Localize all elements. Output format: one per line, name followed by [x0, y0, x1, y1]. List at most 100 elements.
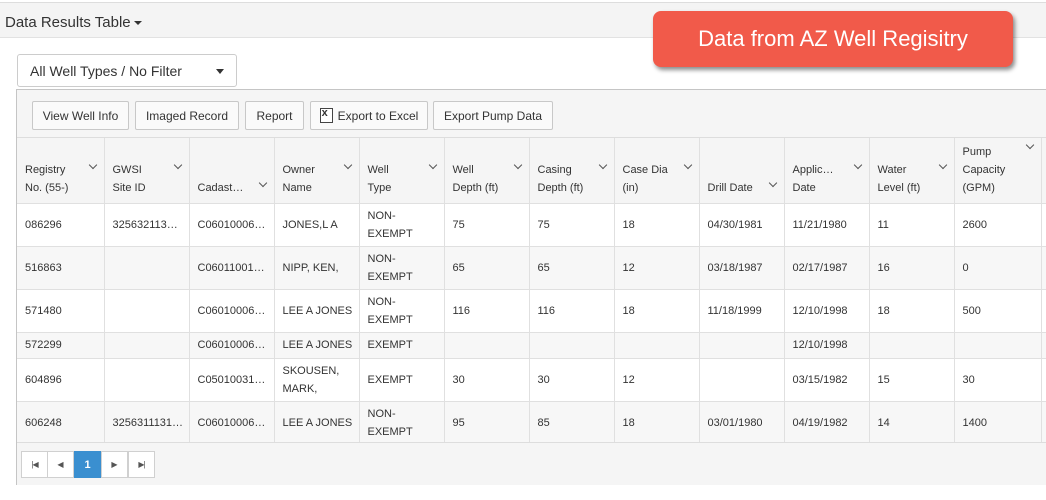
annotation-callout: Data from AZ Well Regisitry: [653, 11, 1013, 67]
column-header-label: Pump Capacity (GPM): [962, 145, 1006, 194]
column-header[interactable]: Well Depth (ft): [444, 138, 530, 204]
table-cell: NIPP, KEN,: [274, 246, 360, 290]
table-cell: 16: [869, 246, 955, 290]
table-cell: [104, 289, 190, 333]
table-cell: 03/18/1987: [699, 246, 785, 290]
table-row[interactable]: 086296 325632113… C06010006… JONES,L A NON- …: [17, 203, 1046, 247]
row-filler: [1041, 332, 1046, 359]
table-cell: 325632113…: [104, 203, 190, 247]
table-row[interactable]: 606248 3256311131… C06010006… LEE A JONES NO…: [17, 401, 1046, 445]
first-page-icon[interactable]: [21, 451, 48, 478]
header-filler: [1041, 138, 1046, 204]
table-cell: 086296: [17, 203, 105, 247]
table-cell: 18: [614, 203, 700, 247]
column-header[interactable]: GWSI Site ID: [104, 138, 190, 204]
table-cell: 11/18/1999: [699, 289, 785, 333]
table-cell: C06010006…: [189, 332, 275, 359]
table-cell: C05010031…: [189, 358, 275, 402]
table-cell: [954, 332, 1042, 359]
column-header[interactable]: Pump Capacity (GPM): [954, 138, 1042, 204]
row-filler: [1041, 401, 1046, 445]
table-cell: EXEMPT: [359, 332, 445, 359]
view-well-info-label: View Well Info: [42, 108, 119, 123]
table-cell: 12/10/1998: [784, 332, 870, 359]
column-header[interactable]: Cadast…: [189, 138, 275, 204]
table-cell: NON- EXEMPT: [359, 246, 445, 290]
table-cell: LEE A JONES: [274, 332, 360, 359]
column-header[interactable]: Case Dia (in): [614, 138, 700, 204]
table-cell: 12: [614, 246, 700, 290]
table-cell: 65: [529, 246, 615, 290]
table-cell: 0: [954, 246, 1042, 290]
table-cell: 11: [869, 203, 955, 247]
imaged-record-label: Imaged Record: [145, 108, 229, 123]
next-page-icon[interactable]: [101, 451, 128, 478]
last-page-icon[interactable]: [128, 451, 155, 478]
table-cell: 516863: [17, 246, 105, 290]
table-cell: 1400: [954, 401, 1042, 445]
export-excel-label: Export to Excel: [337, 108, 419, 123]
table-cell: 15: [869, 358, 955, 402]
table-cell: 02/17/1987: [784, 246, 870, 290]
grid-toolbar: View Well Info Imaged Record Report Expo…: [17, 90, 1046, 138]
table-cell: NON- EXEMPT: [359, 289, 445, 333]
table-cell: C06010006…: [189, 289, 275, 333]
table-cell: 18: [869, 289, 955, 333]
table-cell: 30: [954, 358, 1042, 402]
column-header[interactable]: Casing Depth (ft): [529, 138, 615, 204]
caret-down-icon: [133, 21, 142, 26]
table-cell: EXEMPT: [359, 358, 445, 402]
table-cell: 03/15/1982: [784, 358, 870, 402]
table-header-row: Registry No. (55-) GWSI Site ID Cadast… Own…: [17, 138, 1046, 204]
table-cell: [104, 246, 190, 290]
report-label: Report: [256, 108, 293, 123]
table-cell: 3256311131…: [104, 401, 190, 445]
table-cell: [529, 332, 615, 359]
column-header[interactable]: Well Type: [359, 138, 445, 204]
export-pump-data-label: Export Pump Data: [443, 108, 543, 123]
table-cell: 85: [529, 401, 615, 445]
prev-page-icon[interactable]: [47, 451, 74, 478]
well-type-filter-select[interactable]: All Well Types / No Filter: [17, 54, 237, 87]
row-filler: [1041, 358, 1046, 402]
view-well-info-button[interactable]: View Well Info: [32, 101, 129, 130]
table-cell: C06010006…: [189, 401, 275, 445]
table-cell: 03/01/1980: [699, 401, 785, 445]
pager: 1: [17, 442, 1046, 485]
imaged-record-button[interactable]: Imaged Record: [135, 101, 239, 130]
column-header[interactable]: Water Level (ft): [869, 138, 955, 204]
table-cell: [104, 332, 190, 359]
column-header[interactable]: Owner Name: [274, 138, 360, 204]
table-cell: NON- EXEMPT: [359, 203, 445, 247]
panel-title-dropdown[interactable]: Data Results Table: [5, 14, 142, 31]
table-cell: 604896: [17, 358, 105, 402]
table-row[interactable]: 572299 C06010006… LEE A JONES EXEMPT 12/10/1…: [17, 332, 1046, 359]
row-filler: [1041, 203, 1046, 247]
table-cell: 571480: [17, 289, 105, 333]
column-header[interactable]: Drill Date: [699, 138, 785, 204]
table-cell: 18: [614, 401, 700, 445]
table-cell: C06011001…: [189, 246, 275, 290]
table-cell: 95: [444, 401, 530, 445]
filter-selected-value: All Well Types / No Filter: [30, 63, 182, 79]
table-cell: NON- EXEMPT: [359, 401, 445, 445]
table-cell: 75: [444, 203, 530, 247]
table-cell: 30: [444, 358, 530, 402]
row-filler: [1041, 289, 1046, 333]
table-cell: LEE A JONES: [274, 289, 360, 333]
table-row[interactable]: 571480 C06010006… LEE A JONES NON- EXEMPT 11…: [17, 289, 1046, 333]
table-row[interactable]: 604896 C05010031… SKOUSEN, MARK, EXEMPT 30 30…: [17, 358, 1046, 402]
column-header[interactable]: Applic… Date: [784, 138, 870, 204]
page-number-button[interactable]: 1: [74, 451, 101, 478]
export-excel-button[interactable]: Export to Excel: [310, 101, 428, 130]
dropdown-arrow-icon: [216, 69, 224, 74]
table-row[interactable]: 516863 C06011001… NIPP, KEN, NON- EXEMPT 65 6…: [17, 246, 1046, 290]
table-cell: 12: [614, 358, 700, 402]
table-cell: 116: [444, 289, 530, 333]
report-button[interactable]: Report: [245, 101, 304, 130]
table-body: 086296 325632113… C06010006… JONES,L A NON- …: [17, 203, 1046, 445]
table-cell: 30: [529, 358, 615, 402]
export-pump-data-button[interactable]: Export Pump Data: [433, 101, 553, 130]
column-header[interactable]: Registry No. (55-): [17, 138, 105, 204]
table-cell: [614, 332, 700, 359]
